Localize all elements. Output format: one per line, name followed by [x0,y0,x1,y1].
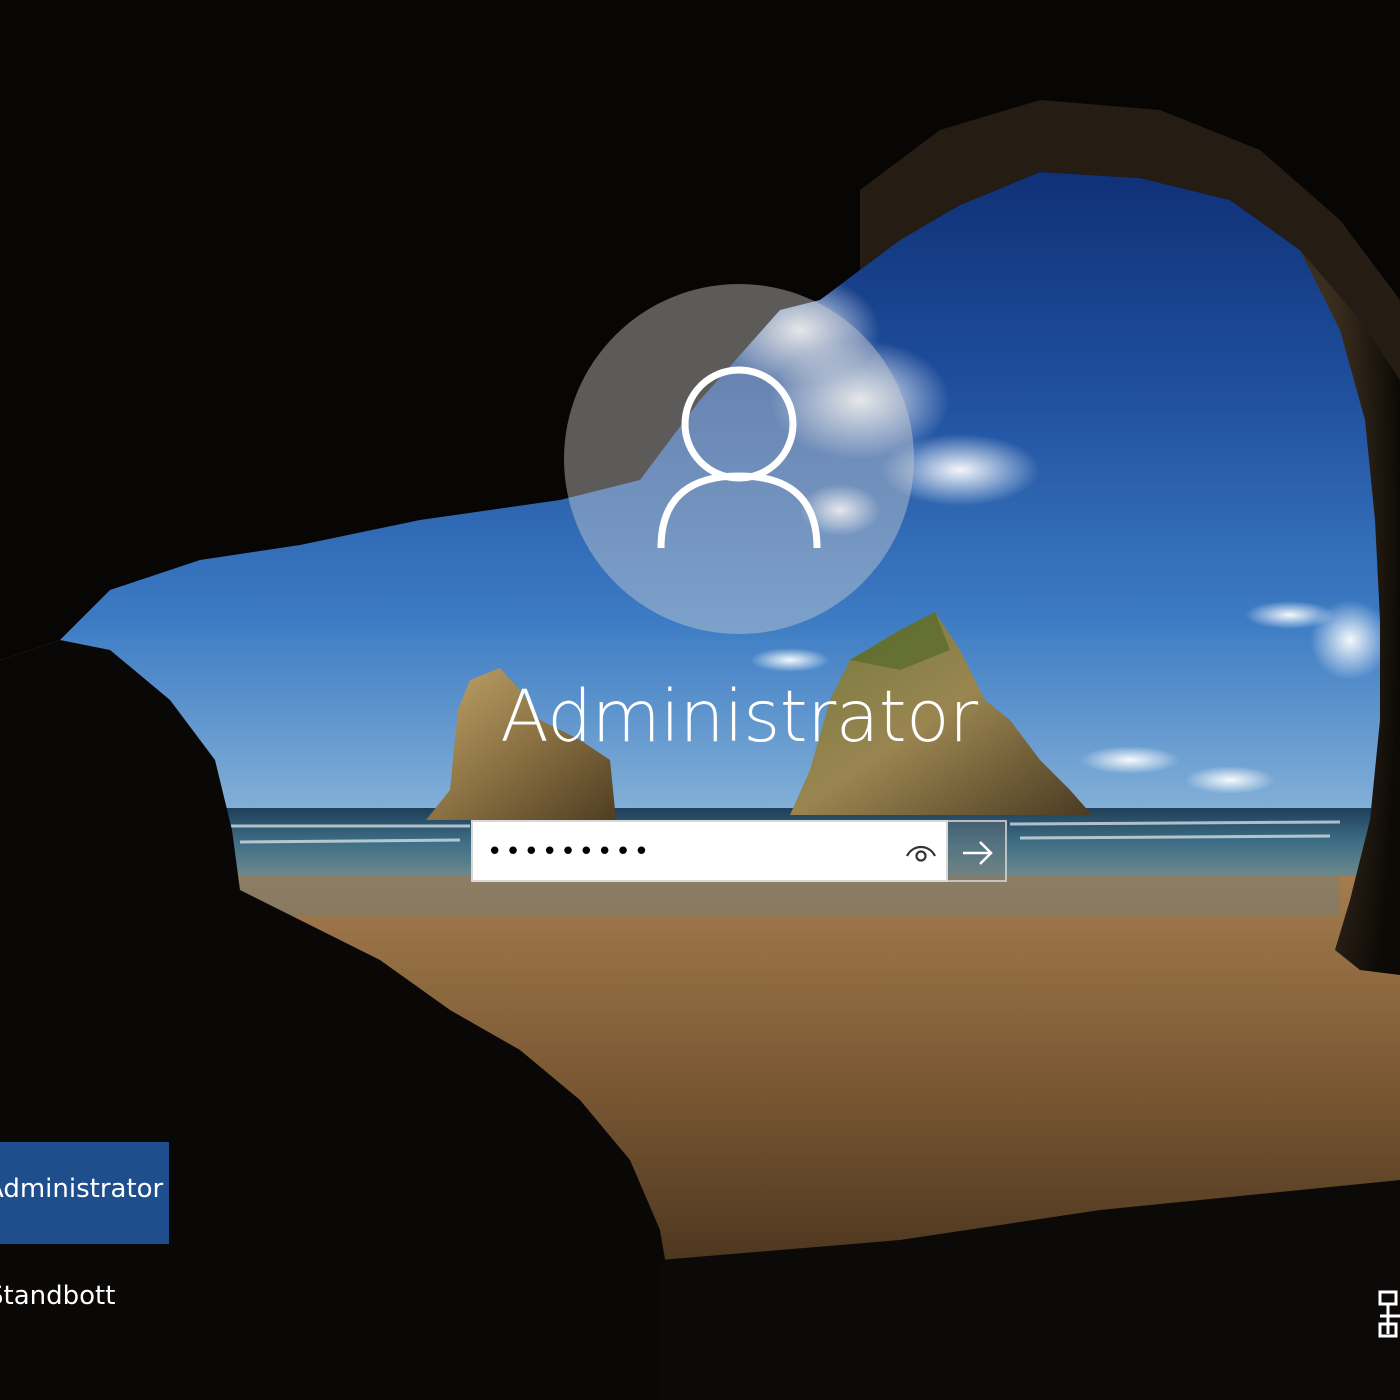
user-tile-other-account[interactable]: Standbott [0,1270,169,1326]
password-input[interactable] [487,834,887,870]
user-tile-administrator[interactable]: Administrator [0,1142,169,1244]
user-avatar [564,284,914,634]
reveal-password-button[interactable] [901,836,941,870]
eye-icon [906,845,936,862]
password-field-container [471,820,948,882]
account-name: Administrator [500,675,978,758]
arrow-right-icon [963,841,993,865]
network-icon [1378,1290,1400,1338]
lock-screen: Administrator Administrator Standbott [0,0,1400,1400]
password-row [471,820,1007,882]
user-tile-label: Standbott [0,1281,116,1311]
user-icon [657,366,821,549]
user-tile-label: Administrator [0,1174,164,1204]
submit-button[interactable] [948,820,1007,882]
network-button[interactable] [1376,1288,1400,1340]
